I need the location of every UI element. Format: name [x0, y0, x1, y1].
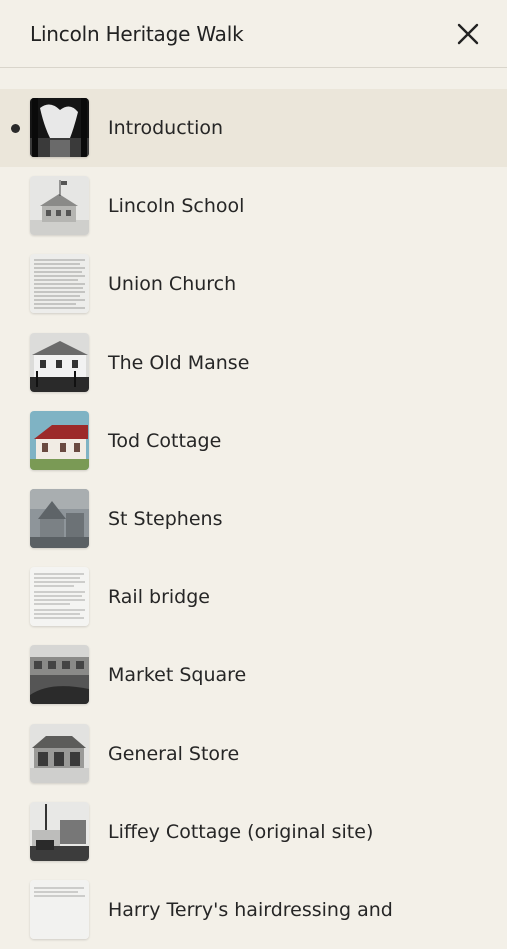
list-item-tod-cottage[interactable]: Tod Cottage: [0, 402, 507, 480]
thumbnail-image: [30, 410, 89, 470]
page-title: Lincoln Heritage Walk: [30, 22, 244, 46]
list-item-label: The Old Manse: [108, 351, 250, 374]
list-item-lincoln-school[interactable]: Lincoln School: [0, 167, 507, 245]
thumbnail-image: [30, 98, 89, 157]
list-item-label: St Stephens: [108, 507, 223, 530]
app-header: Lincoln Heritage Walk: [0, 0, 507, 68]
list-item-rail-bridge[interactable]: Rail bridge: [0, 558, 507, 636]
list-item-label: Lincoln School: [108, 195, 245, 218]
thumbnail-image: [30, 723, 89, 783]
current-indicator: [11, 124, 20, 133]
list-item-st-stephens[interactable]: St Stephens: [0, 480, 507, 558]
list-item-introduction[interactable]: Introduction: [0, 89, 507, 168]
list-item-label: Introduction: [108, 117, 224, 139]
close-icon: [457, 23, 479, 45]
list-item-liffey-cottage[interactable]: Liffey Cottage (original site): [0, 793, 507, 871]
stop-list: Introduction Lincoln School Union Church…: [0, 89, 507, 949]
list-item-label: Rail bridge: [108, 586, 210, 609]
thumbnail-image: [30, 332, 89, 392]
close-button[interactable]: [453, 19, 483, 49]
list-item-label: Market Square: [108, 664, 247, 687]
list-item-market-square[interactable]: Market Square: [0, 636, 507, 714]
thumbnail-image: [30, 488, 89, 548]
list-item-union-church[interactable]: Union Church: [0, 245, 507, 323]
list-item-harry-terrys[interactable]: Harry Terry's hairdressing and: [0, 871, 507, 949]
list-item-label: General Store: [108, 742, 240, 765]
thumbnail-image: [30, 254, 89, 314]
list-item-label: Union Church: [108, 273, 237, 296]
thumbnail-image: [30, 801, 89, 861]
thumbnail-image: [30, 879, 89, 939]
list-item-general-store[interactable]: General Store: [0, 715, 507, 793]
thumbnail-image: [30, 645, 89, 705]
list-item-label: Liffey Cottage (original site): [108, 820, 374, 843]
list-item-label: Tod Cottage: [108, 429, 222, 452]
thumbnail-image: [30, 567, 89, 627]
list-item-the-old-manse[interactable]: The Old Manse: [0, 324, 507, 402]
thumbnail-image: [30, 176, 89, 236]
list-item-label: Harry Terry's hairdressing and: [108, 898, 393, 921]
